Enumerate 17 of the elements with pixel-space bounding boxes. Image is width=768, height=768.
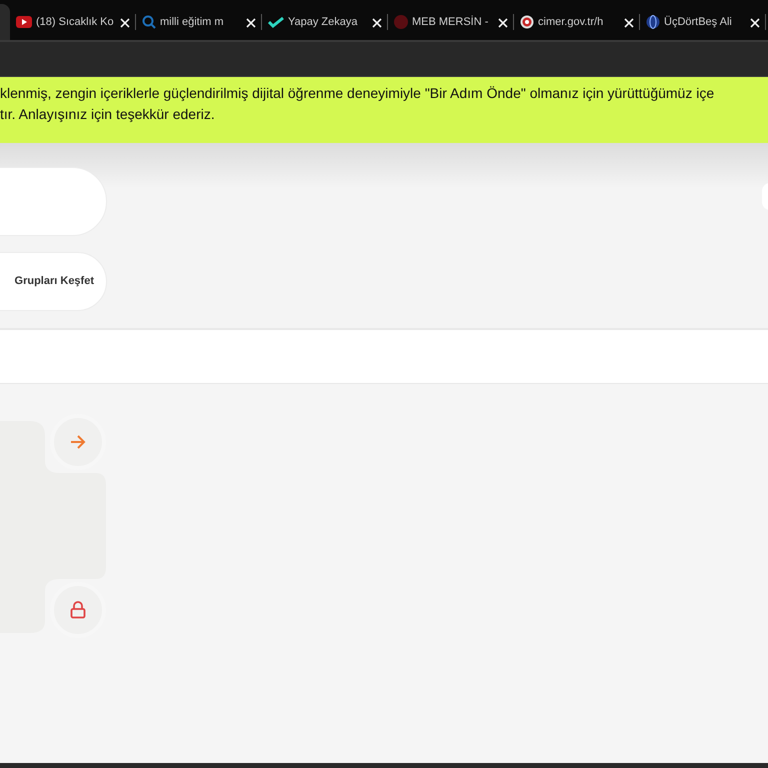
arrow-right-icon [70, 435, 86, 449]
lock-icon [70, 601, 86, 619]
browser-tab[interactable]: milli eğitim m [136, 4, 262, 40]
circle-icon [394, 15, 408, 29]
explore-groups-button[interactable]: Grupları Keşfet [0, 252, 107, 311]
banner-text: klenmiş, zengin içeriklerle güçlendirilmiş dijital öğrenme deneyimiyle "Bir Adım Önde" olmanız için yürüttüğümüz içe [0, 84, 716, 103]
c-logo-icon [520, 15, 534, 29]
browser-tab[interactable]: Yapay Zekaya [262, 4, 388, 40]
search-icon [142, 15, 156, 29]
browser-tab[interactable]: (18) Sıcaklık Ko [10, 4, 136, 40]
checkmark-icon [268, 16, 284, 28]
browser-tab[interactable]: MEB MERSİN - [388, 4, 514, 40]
banner-text: tır. Anlayışınız için teşekkür ederiz. [0, 105, 216, 124]
play-icon [16, 16, 32, 28]
browser-tab[interactable]: cimer.gov.tr/h [514, 4, 640, 40]
browser-tab[interactable]: ÜçDörtBeş Ali [640, 4, 766, 40]
globe-icon [646, 15, 660, 29]
